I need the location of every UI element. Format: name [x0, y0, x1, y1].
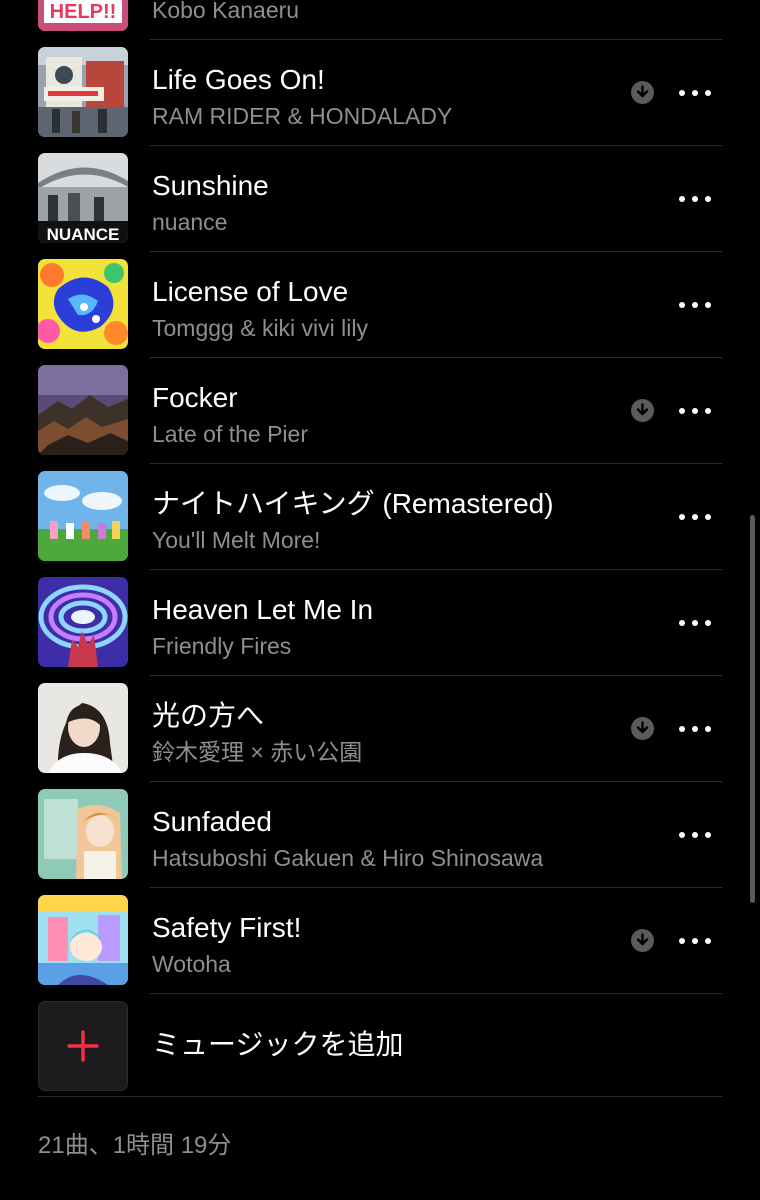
- track-artist: Wotoha: [152, 951, 231, 977]
- album-art: HELP!!: [38, 0, 128, 31]
- track-artist: nuance: [152, 209, 228, 235]
- track-artist: Tomggg & kiki vivi lily: [152, 315, 368, 341]
- track-artist: You'll Melt More!: [152, 527, 321, 553]
- track-artist: 鈴木愛理 × 赤い公園: [152, 739, 363, 765]
- more-options-icon[interactable]: [676, 714, 714, 744]
- more-options-icon[interactable]: [676, 290, 714, 320]
- add-music-label: ミュージックを追加: [152, 1029, 404, 1060]
- track-title: Sunfaded: [152, 806, 272, 837]
- more-options-icon[interactable]: [676, 184, 714, 214]
- track-row[interactable]: Sunfaded Hatsuboshi Gakuen & Hiro Shinos…: [0, 782, 760, 888]
- scrollbar[interactable]: [750, 515, 755, 903]
- album-art-text: NUANCE: [47, 225, 120, 243]
- track-row[interactable]: HELP!! Kobo Kanaeru: [0, 0, 760, 40]
- album-art: [38, 259, 128, 349]
- track-title: Heaven Let Me In: [152, 594, 374, 625]
- album-art: [38, 47, 128, 137]
- track-row[interactable]: Focker Late of the Pier: [0, 358, 760, 464]
- track-artist: Friendly Fires: [152, 633, 292, 659]
- album-art: [38, 365, 128, 455]
- downloaded-icon: [631, 929, 654, 952]
- more-options-icon[interactable]: [676, 926, 714, 956]
- track-artist: RAM RIDER & HONDALADY: [152, 103, 453, 129]
- more-options-icon[interactable]: [676, 820, 714, 850]
- album-art: [38, 471, 128, 561]
- track-artist: Hatsuboshi Gakuen & Hiro Shinosawa: [152, 845, 544, 871]
- track-title: ナイトハイキング (Remastered): [152, 488, 554, 519]
- track-title: 光の方へ: [152, 700, 265, 731]
- downloaded-icon: [631, 717, 654, 740]
- playlist-summary: 21曲、1時間 19分: [38, 1132, 232, 1159]
- track-row[interactable]: Safety First! Wotoha: [0, 888, 760, 994]
- add-music-button[interactable]: [38, 1001, 128, 1091]
- row-divider: [150, 993, 722, 994]
- track-list: HELP!! Kobo Kanaeru Life Goes On! RAM RI…: [0, 0, 760, 994]
- album-art: [38, 683, 128, 773]
- track-title: Life Goes On!: [152, 64, 325, 95]
- more-options-icon[interactable]: [676, 502, 714, 532]
- track-row[interactable]: Heaven Let Me In Friendly Fires: [0, 570, 760, 676]
- track-row[interactable]: Life Goes On! RAM RIDER & HONDALADY: [0, 40, 760, 146]
- track-title: License of Love: [152, 276, 349, 307]
- track-title: Sunshine: [152, 170, 269, 201]
- more-options-icon[interactable]: [676, 608, 714, 638]
- track-title: Safety First!: [152, 912, 302, 943]
- downloaded-icon: [631, 81, 654, 104]
- add-music-row[interactable]: ミュージックを追加: [0, 998, 760, 1098]
- row-divider: [38, 1096, 722, 1097]
- downloaded-icon: [631, 399, 654, 422]
- track-row[interactable]: NUANCE Sunshine nuance: [0, 146, 760, 252]
- more-options-icon[interactable]: [676, 396, 714, 426]
- track-row[interactable]: 光の方へ 鈴木愛理 × 赤い公園: [0, 676, 760, 782]
- album-art: NUANCE: [38, 153, 128, 243]
- album-art: [38, 789, 128, 879]
- album-art: [38, 577, 128, 667]
- album-art-text: HELP!!: [50, 1, 117, 23]
- more-options-icon[interactable]: [676, 78, 714, 108]
- track-artist: Kobo Kanaeru: [152, 0, 300, 23]
- track-title: Focker: [152, 382, 238, 413]
- track-row[interactable]: License of Love Tomggg & kiki vivi lily: [0, 252, 760, 358]
- track-artist: Late of the Pier: [152, 421, 308, 447]
- album-art: [38, 895, 128, 985]
- track-row[interactable]: ナイトハイキング (Remastered) You'll Melt More!: [0, 464, 760, 570]
- plus-icon: [67, 1030, 99, 1062]
